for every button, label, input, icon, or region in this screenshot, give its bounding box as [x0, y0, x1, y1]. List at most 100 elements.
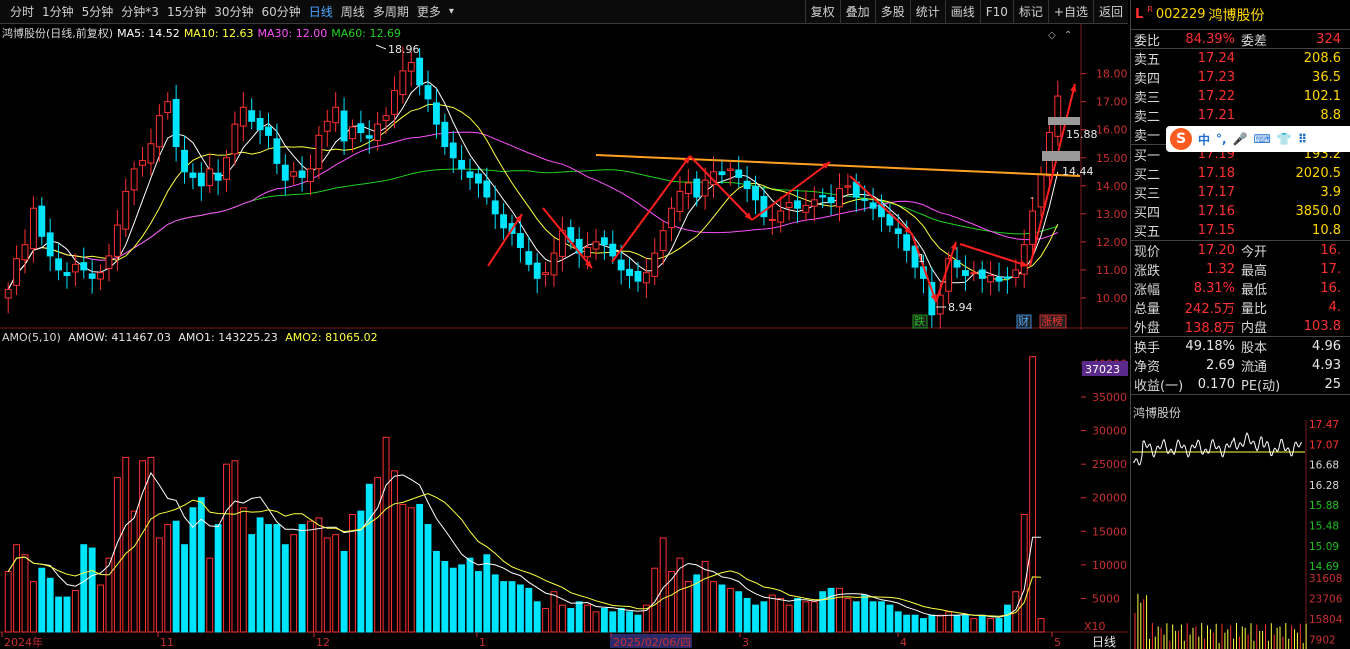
mini-tick-label: 17.47: [1309, 420, 1339, 431]
candle: [13, 245, 21, 296]
candle: [281, 154, 289, 196]
sogou-logo-icon[interactable]: S: [1170, 128, 1192, 150]
stat-label-2: PE(动): [1241, 379, 1281, 394]
amo-bar: [735, 591, 743, 633]
candle-body: [206, 168, 214, 187]
candle-body: [542, 272, 550, 275]
candlestick-chart[interactable]: 18.00 17.00 16.00 15.00 14.00 13.00 12.00 11.00…: [0, 0, 1128, 330]
candle-body: [147, 143, 155, 164]
stock-name[interactable]: 鸿博股份: [1209, 5, 1265, 25]
candle-body: [248, 110, 256, 122]
bid-volume: 3850.0: [1295, 204, 1342, 219]
vol-unit-label: X10: [1084, 620, 1106, 633]
amo-bar: [592, 611, 600, 633]
mini-chart-title: 鸿博股份: [1133, 406, 1182, 420]
amo-bar: [752, 604, 759, 633]
candle-body: [676, 190, 684, 213]
candle: [600, 230, 608, 260]
amo-bar: [424, 524, 432, 633]
amo-bar: [474, 571, 482, 633]
stat-value-2: 103.8: [1303, 319, 1341, 334]
ma10-line: [7, 103, 1059, 290]
vol-tick-label: 10000: [1092, 559, 1127, 572]
bid-label: 买三: [1134, 187, 1161, 202]
ime-item-2[interactable]: 🎤: [1233, 132, 1248, 146]
candle-body: [810, 199, 818, 207]
candle-body: [139, 160, 146, 166]
amo-bar: [810, 601, 818, 633]
stat-row: 净资 2.69 流通 4.93: [1131, 356, 1350, 375]
ime-item-5[interactable]: ⠿: [1298, 132, 1307, 146]
amo-bar: [63, 596, 71, 633]
intraday-mini-chart[interactable]: 17.47 17.07 16.68 16.28 15.88 15.48 15.09 14.69…: [1130, 420, 1350, 649]
stat-row: 收益(一) 0.170 PE(动) 25: [1131, 375, 1350, 394]
mini-tick-label: 23706: [1309, 594, 1343, 606]
candle: [1054, 80, 1062, 146]
amo-bar: [374, 477, 382, 633]
candle-body: [80, 262, 88, 271]
x-tick-label: 4: [900, 636, 907, 649]
candle-body: [743, 180, 751, 190]
candle-body: [21, 244, 29, 261]
marker-dash-label: -: [1030, 191, 1034, 204]
stock-code[interactable]: 002229: [1156, 7, 1206, 22]
candle-body: [634, 270, 642, 282]
candle-body: [718, 171, 726, 176]
amo-bar: [298, 524, 306, 633]
bid-volume: 3.9: [1320, 185, 1341, 200]
stat-value-2: 16.: [1320, 243, 1341, 258]
candle: [164, 92, 172, 120]
candle-body: [894, 228, 902, 234]
amo1-line: [7, 471, 1041, 618]
ask-volume: 36.5: [1312, 70, 1341, 85]
price-tick-label: 16.00: [1096, 124, 1128, 137]
amo-bar: [265, 524, 272, 633]
period-label: 日线: [1092, 635, 1116, 649]
amo-bar: [432, 550, 440, 633]
candle: [483, 167, 491, 205]
candle: [189, 163, 197, 190]
candle: [970, 260, 978, 282]
market-tag: L: [1135, 7, 1144, 22]
candle-body: [97, 272, 105, 280]
candle: [987, 261, 995, 295]
candle: [273, 123, 281, 175]
mini-tick-label: 16.28: [1309, 480, 1339, 492]
price-tick-label: 14.00: [1096, 180, 1128, 193]
candle: [80, 247, 88, 279]
ime-toolbar[interactable]: S 中 °, 🎤 ⌨ 👕 ⠿: [1166, 126, 1350, 152]
amo-bar: [861, 594, 869, 633]
ime-item-3[interactable]: ⌨: [1254, 132, 1271, 146]
candle: [71, 253, 79, 287]
stat-label-2: 股本: [1241, 341, 1268, 356]
candle-body: [399, 70, 407, 96]
candle: [46, 218, 54, 272]
amo-bar: [953, 614, 961, 633]
candle-body: [726, 168, 734, 171]
amo-bar: [525, 587, 533, 633]
candle: [441, 113, 449, 155]
candle-body: [256, 117, 264, 131]
candle-body: [63, 272, 71, 277]
amo-bar: [256, 517, 264, 633]
ime-item-1[interactable]: °,: [1216, 132, 1227, 146]
candle-body: [13, 258, 21, 286]
amo-bar: [836, 587, 843, 633]
amo-bar: [315, 517, 323, 633]
bid-row: 买三 17.17 3.9: [1131, 183, 1350, 202]
ime-item-0[interactable]: 中: [1198, 131, 1210, 148]
stat-value: 138.8万: [1184, 321, 1235, 336]
candle-body: [307, 168, 314, 183]
ime-item-4[interactable]: 👕: [1277, 132, 1292, 146]
stat-label-2: 今开: [1241, 245, 1268, 260]
ma60-label: MA60: 12.69: [331, 26, 401, 40]
stat-label: 净资: [1134, 360, 1161, 375]
amo-bar: [38, 567, 46, 633]
candle: [88, 259, 96, 294]
price-tick-label: 15.00: [1096, 152, 1128, 165]
vol-highlight-box: [1082, 361, 1128, 376]
amo-bar: [684, 581, 692, 633]
amo-bar: [239, 507, 247, 633]
candle: [155, 104, 163, 162]
candle-body: [365, 135, 373, 139]
